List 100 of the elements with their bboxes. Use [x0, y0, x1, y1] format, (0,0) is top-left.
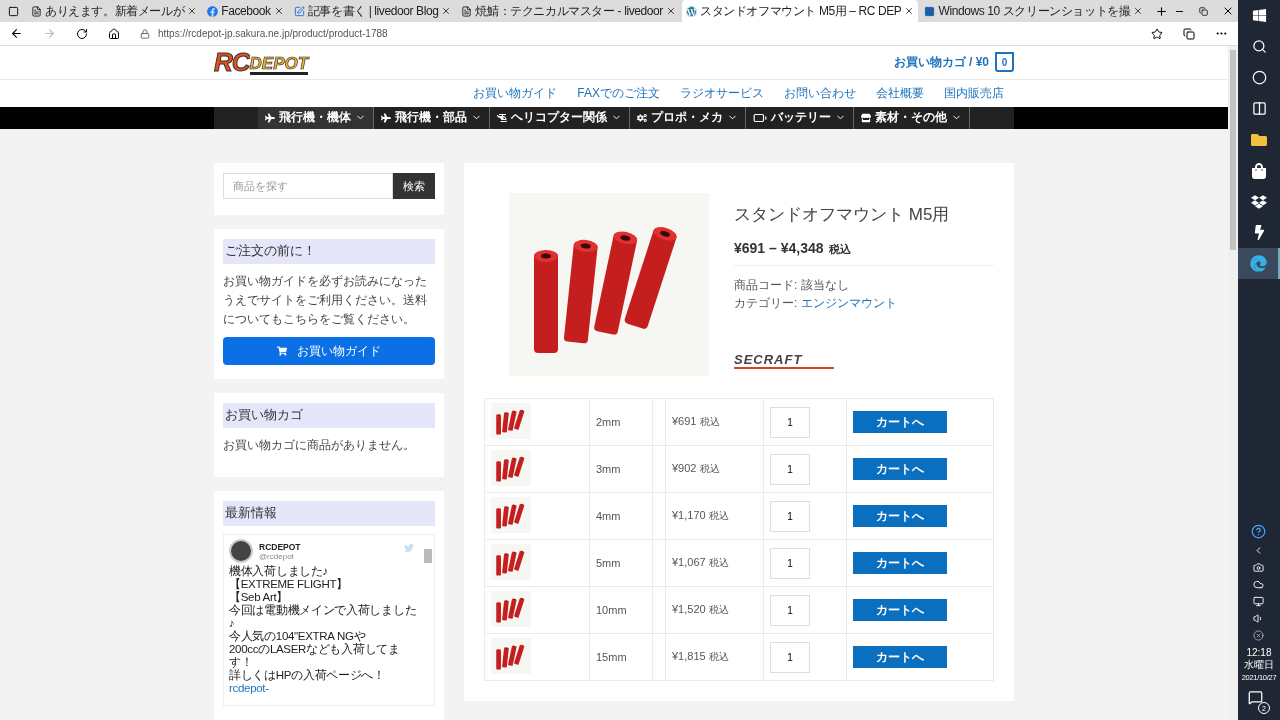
table-cell: ¥1,520 税込	[672, 603, 729, 615]
scrollbar-thumb[interactable]	[424, 549, 432, 563]
tweet-link[interactable]: rcdepot-	[229, 682, 269, 694]
thumbnail-drawing	[491, 497, 531, 533]
close-icon[interactable]	[665, 6, 676, 16]
add-to-cart-button[interactable]: カートへ	[853, 646, 947, 668]
collections-icon[interactable]	[1183, 27, 1195, 40]
thumbnail-drawing	[491, 591, 531, 627]
table-cell: 15mm	[589, 633, 653, 681]
close-icon[interactable]	[441, 6, 452, 16]
browser-tab[interactable]: 記事を書く | livedoor Blog	[289, 0, 456, 22]
close-icon[interactable]	[187, 6, 198, 16]
cart-link[interactable]: お買い物カゴ / ¥0	[893, 53, 989, 71]
category-link[interactable]: エンジンマウント	[800, 296, 897, 310]
table-cell: 3mm	[589, 445, 653, 493]
widget-title: ご注文の前に！	[223, 239, 435, 264]
restore-icon[interactable]	[1199, 6, 1209, 16]
tweet-text: 機体入荷しました♪ 【EXTREME FLIGHT】 【Seb Art】 今回は電動機メインで入荷しました♪ 今人気の104"EXTRA NGや 200ccのLASERなども入荷してます！ 詳しくはHPの入荷ページへ！ rcdepot-	[229, 565, 418, 695]
add-to-cart-button[interactable]: カートへ	[853, 505, 947, 527]
address-field[interactable]: https://rcdepot-jp.sakura.ne.jp/product/product-1788	[158, 28, 388, 39]
add-to-cart-button[interactable]: カートへ	[853, 458, 947, 480]
dropbox-icon	[1251, 193, 1267, 210]
price-range: ¥691 – ¥4,348	[734, 240, 824, 256]
scrollbar-thumb[interactable]	[1230, 50, 1236, 250]
plane-icon	[381, 112, 391, 123]
pen-icon	[293, 5, 305, 17]
reload-icon[interactable]	[76, 27, 88, 40]
thumbnail-drawing	[491, 450, 531, 486]
cart-icon	[277, 346, 287, 356]
nav-link[interactable]: ラジオサービス	[680, 84, 764, 102]
browser-tab[interactable]: Windows 10 スクリーンショットを撮	[920, 0, 1148, 22]
close-circle-icon[interactable]	[1253, 630, 1265, 641]
avatar	[229, 539, 253, 563]
quantity-field[interactable]: 1	[770, 406, 810, 438]
browser-tab[interactable]: ありえます。新着メールが	[27, 0, 202, 22]
square-icon	[924, 5, 936, 17]
quantity-field[interactable]: 1	[770, 547, 810, 579]
table-cell: ¥1,067 税込	[672, 556, 729, 568]
guide-button[interactable]: お買い物ガイド	[223, 337, 435, 365]
add-to-cart-button[interactable]: カートへ	[853, 552, 947, 574]
back-icon[interactable]	[10, 27, 23, 40]
nav-link[interactable]: お問い合わせ	[784, 84, 856, 102]
quantity-field[interactable]: 1	[770, 453, 810, 485]
task-view-icon	[1251, 101, 1267, 116]
menu-item[interactable]: ヘリコプター関係	[490, 106, 630, 129]
thumbnail-drawing	[491, 403, 531, 439]
close-icon[interactable]	[273, 6, 284, 16]
browser-tab[interactable]: スタンドオフマウント M5用 – RC DEP	[681, 0, 919, 22]
nav-link[interactable]: お買い物ガイド	[473, 84, 558, 102]
table-cell: 10mm	[589, 586, 653, 634]
thumbnail-drawing	[491, 638, 531, 674]
add-to-cart-button[interactable]: カートへ	[853, 599, 947, 621]
facebook-icon	[207, 5, 219, 17]
sku-text: 商品コード: 該当なし	[734, 277, 850, 294]
add-to-cart-button[interactable]: カートへ	[853, 411, 947, 433]
menu-item[interactable]: 飛行機・部品	[374, 106, 490, 129]
shopping-bag-icon	[1251, 162, 1267, 179]
nav-link[interactable]: 国内販売店	[944, 84, 1004, 102]
browser-tab[interactable]: Facebook	[203, 0, 288, 22]
table-cell: 2mm	[589, 398, 653, 446]
menu-item[interactable]: プロポ・メカ	[630, 106, 746, 129]
folder-icon	[1251, 131, 1267, 148]
help-icon[interactable]	[1251, 524, 1267, 539]
quantity-field[interactable]: 1	[770, 641, 810, 673]
cloud-icon[interactable]	[1253, 579, 1265, 590]
browser-tab[interactable]: 焼鯖：テクニカルマスター - livedoor	[457, 0, 680, 22]
table-cell: ¥1,170 税込	[672, 509, 729, 521]
windows-icon	[1251, 8, 1267, 23]
page-icon	[461, 5, 473, 17]
monitor-icon[interactable]	[1253, 596, 1265, 607]
table-cell: ¥1,815 税込	[672, 650, 729, 662]
store-icon	[861, 112, 871, 123]
bird-icon	[404, 543, 414, 553]
table-cell: ¥902 税込	[672, 462, 720, 474]
page-icon	[31, 5, 42, 17]
home-icon[interactable]	[108, 27, 120, 40]
empty-cart-text: お買い物カゴに商品がありません。	[223, 437, 416, 454]
search-field[interactable]: 商品を探す	[223, 173, 393, 199]
close-icon[interactable]	[904, 6, 915, 16]
category-label: カテゴリー:	[734, 296, 799, 310]
quantity-field[interactable]: 1	[770, 594, 810, 626]
brand-logo: SECRAFT	[734, 352, 834, 369]
menu-item[interactable]: 飛行機・機体	[258, 106, 374, 129]
search-button[interactable]: 検索	[393, 173, 435, 199]
edge-icon	[1249, 255, 1267, 272]
camera-icon[interactable]	[1253, 562, 1265, 573]
wordpress-icon	[685, 5, 697, 17]
cart-count[interactable]: 0	[995, 52, 1014, 73]
menu-item[interactable]: バッテリー	[746, 106, 854, 129]
close-icon[interactable]	[1133, 6, 1144, 16]
notice-text: お買い物ガイドを必ずお読みになったうえでサイトをご利用ください。送料についてもこちらをご覧ください。	[223, 273, 428, 328]
quantity-field[interactable]: 1	[770, 500, 810, 532]
thumbnail-drawing	[491, 544, 531, 580]
plane-icon	[265, 112, 275, 123]
star-icon[interactable]	[1151, 27, 1163, 40]
account-handle: @rcdepot	[259, 551, 295, 561]
nav-link[interactable]: FAXでのご注文	[577, 84, 660, 102]
menu-item[interactable]: 素材・その他	[854, 106, 970, 129]
site-logo[interactable]: RCDEPOT	[214, 49, 309, 76]
nav-link[interactable]: 会社概要	[876, 84, 924, 102]
